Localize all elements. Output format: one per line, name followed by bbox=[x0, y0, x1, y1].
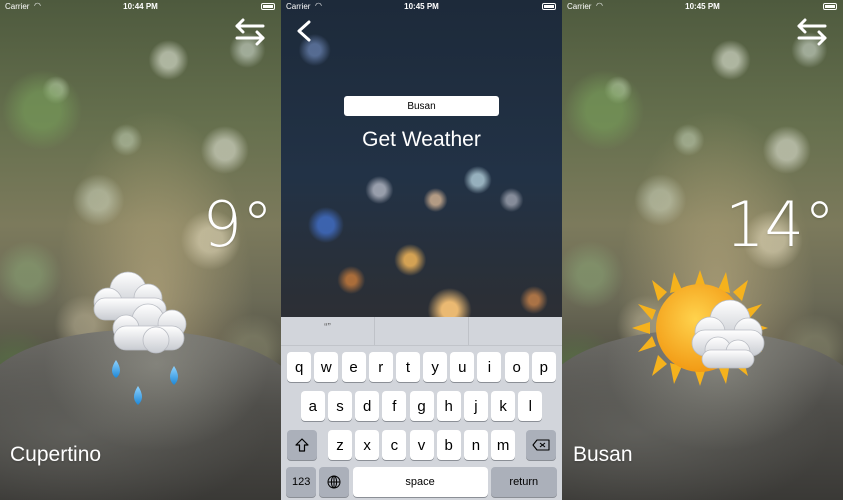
keyboard-row-4: 123 space return bbox=[281, 467, 562, 497]
keyboard-row-3: z x c v b n m bbox=[281, 430, 562, 460]
switch-city-icon[interactable] bbox=[233, 18, 269, 46]
status-bar: Carrier ◠ 10:45 PM bbox=[562, 0, 843, 14]
suggestion-item[interactable]: “” bbox=[281, 317, 375, 345]
temperature-label: 9° bbox=[202, 188, 273, 261]
key-c[interactable]: c bbox=[382, 430, 407, 460]
globe-icon bbox=[327, 475, 341, 489]
key-i[interactable]: i bbox=[477, 352, 502, 382]
key-s[interactable]: s bbox=[327, 391, 352, 421]
suggestion-item[interactable] bbox=[375, 317, 469, 345]
key-w[interactable]: w bbox=[314, 352, 339, 382]
key-r[interactable]: r bbox=[368, 352, 393, 382]
key-x[interactable]: x bbox=[355, 430, 380, 460]
key-k[interactable]: k bbox=[491, 391, 516, 421]
delete-key[interactable] bbox=[525, 430, 556, 460]
city-name-label: Busan bbox=[573, 443, 633, 466]
weather-screen-busan: Carrier ◠ 10:45 PM 14° Busan bbox=[562, 0, 843, 500]
change-city-screen: Carrier ◠ 10:45 PM Get Weather “” q w e … bbox=[281, 0, 562, 500]
return-key[interactable]: return bbox=[490, 467, 557, 497]
space-key[interactable]: space bbox=[352, 467, 488, 497]
key-d[interactable]: d bbox=[355, 391, 380, 421]
battery-icon bbox=[542, 3, 556, 10]
status-time: 10:44 PM bbox=[123, 2, 158, 11]
status-bar: Carrier ◠ 10:44 PM bbox=[0, 0, 281, 14]
key-m[interactable]: m bbox=[491, 430, 516, 460]
key-o[interactable]: o bbox=[504, 352, 529, 382]
key-f[interactable]: f bbox=[382, 391, 407, 421]
keyboard-row-1: q w e r t y u i o p bbox=[281, 352, 562, 382]
battery-icon bbox=[823, 3, 837, 10]
key-u[interactable]: u bbox=[450, 352, 475, 382]
key-b[interactable]: b bbox=[436, 430, 461, 460]
city-input[interactable] bbox=[344, 96, 499, 116]
shift-arrow-icon bbox=[295, 438, 309, 452]
key-n[interactable]: n bbox=[463, 430, 488, 460]
key-y[interactable]: y bbox=[423, 352, 448, 382]
keyboard-row-2: a s d f g h j k l bbox=[281, 391, 562, 421]
temperature-label: 14° bbox=[725, 188, 835, 261]
key-l[interactable]: l bbox=[518, 391, 543, 421]
rain-cloud-icon bbox=[93, 271, 187, 405]
city-name-label: Cupertino bbox=[10, 443, 102, 466]
key-h[interactable]: h bbox=[436, 391, 461, 421]
numbers-key[interactable]: 123 bbox=[286, 467, 317, 497]
key-q[interactable]: q bbox=[287, 352, 312, 382]
sun-cloud-icon bbox=[632, 270, 768, 386]
status-time: 10:45 PM bbox=[404, 2, 439, 11]
suggestion-item[interactable] bbox=[469, 317, 562, 345]
key-a[interactable]: a bbox=[300, 391, 325, 421]
suggestion-bar: “” bbox=[281, 317, 562, 346]
shift-key[interactable] bbox=[287, 430, 318, 460]
get-weather-button[interactable]: Get Weather bbox=[281, 128, 562, 152]
weather-screen-cupertino: Carrier ◠ 10:44 PM 9° Cupertino bbox=[0, 0, 281, 500]
battery-icon bbox=[261, 3, 275, 10]
key-v[interactable]: v bbox=[409, 430, 434, 460]
back-chevron-icon[interactable] bbox=[295, 20, 315, 42]
key-z[interactable]: z bbox=[327, 430, 352, 460]
switch-city-icon[interactable] bbox=[795, 18, 831, 46]
key-j[interactable]: j bbox=[463, 391, 488, 421]
backspace-icon bbox=[532, 439, 550, 451]
globe-key[interactable] bbox=[319, 467, 350, 497]
status-time: 10:45 PM bbox=[685, 2, 720, 11]
key-p[interactable]: p bbox=[531, 352, 556, 382]
key-g[interactable]: g bbox=[409, 391, 434, 421]
key-t[interactable]: t bbox=[395, 352, 420, 382]
keyboard: “” q w e r t y u i o p a s d f g h j k l bbox=[281, 317, 562, 500]
key-e[interactable]: e bbox=[341, 352, 366, 382]
status-bar: Carrier ◠ 10:45 PM bbox=[281, 0, 562, 14]
